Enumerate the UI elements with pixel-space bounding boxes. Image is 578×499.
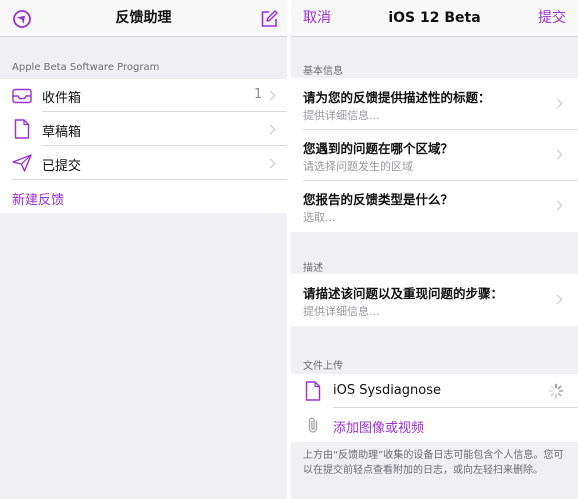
document-icon [14, 119, 30, 139]
feedback-type-row[interactable]: 您报告的反馈类型是什么？ 选取... [291, 181, 578, 232]
description-group: 请描述该问题以及重现问题的步骤： 提供详细信息... [291, 274, 578, 326]
new-feedback-link[interactable]: 新建反馈 [12, 189, 64, 208]
right-navigation-bar: 取消 iOS 12 Beta 提交 [291, 0, 578, 37]
mailbox-inbox-label: 收件箱 [42, 91, 82, 106]
inbox-tray-icon [12, 88, 32, 104]
basic-info-section-header: 基本信息 [303, 66, 343, 77]
sysdiagnose-file-name: iOS Sysdiagnose [333, 383, 441, 398]
left-navigation-bar: 反馈助理 [0, 0, 287, 37]
description-prompt: 请描述该问题以及重现问题的步骤： [303, 286, 504, 301]
inbox-unread-count: 1 [254, 87, 263, 102]
feedback-type-placeholder: 选取... [303, 211, 336, 224]
chevron-right-icon [265, 124, 276, 135]
mailbox-drafts-row[interactable]: 草稿箱 [0, 112, 287, 146]
paper-plane-icon [12, 154, 32, 172]
mailbox-list: 收件箱 1 草稿箱 已提交 新建反馈 [0, 79, 287, 213]
activity-spinner-icon [548, 383, 564, 399]
basic-info-group: 请为您的反馈提供描述性的标题： 提供详细信息... 您遇到的问题在哪个区域？ 请… [291, 78, 578, 232]
feedback-title-placeholder: 提供详细信息... [303, 109, 380, 122]
chevron-right-icon [552, 294, 563, 305]
chevron-right-icon [552, 149, 563, 160]
file-upload-section-header: 文件上传 [303, 361, 343, 372]
sysdiagnose-attachment-row[interactable]: iOS Sysdiagnose [291, 374, 578, 408]
mailbox-drafts-label: 草稿箱 [42, 125, 82, 140]
compose-icon[interactable] [259, 9, 279, 29]
chevron-right-icon [265, 90, 276, 101]
mailbox-submitted-row[interactable]: 已提交 [0, 146, 287, 180]
problem-area-placeholder: 请选择问题发生的区域 [303, 160, 413, 173]
description-section-header: 描述 [303, 263, 323, 274]
chevron-right-icon [552, 98, 563, 109]
mailbox-submitted-label: 已提交 [42, 159, 82, 174]
chevron-right-icon [265, 158, 276, 169]
program-section-header: Apple Beta Software Program [12, 62, 160, 73]
feedback-title-row[interactable]: 请为您的反馈提供描述性的标题： 提供详细信息... [291, 78, 578, 130]
chevron-right-icon [552, 200, 563, 211]
feedback-title-prompt: 请为您的反馈提供描述性的标题： [303, 90, 491, 105]
document-icon [305, 381, 321, 401]
row-separator [12, 179, 287, 180]
add-media-row[interactable]: 添加图像或视频 [291, 408, 578, 442]
feedback-mailbox-pane: 反馈助理 Apple Beta Software Program 收件箱 1 草… [0, 0, 287, 499]
privacy-footer-note: 上方由“反馈助理”收集的设备日志可能包含个人信息。您可以在提交前轻点查看附加的日… [303, 450, 564, 476]
add-image-or-video-link[interactable]: 添加图像或视频 [333, 417, 424, 436]
problem-area-row[interactable]: 您遇到的问题在哪个区域？ 请选择问题发生的区域 [291, 130, 578, 181]
feedback-type-prompt: 您报告的反馈类型是什么？ [303, 192, 454, 207]
left-nav-title: 反馈助理 [115, 10, 172, 26]
submit-button[interactable]: 提交 [538, 0, 566, 37]
problem-area-prompt: 您遇到的问题在哪个区域？ [303, 141, 454, 156]
file-upload-group: iOS Sysdiagnose 添加图像或视频 [291, 374, 578, 442]
description-placeholder: 提供详细信息... [303, 305, 380, 318]
description-row[interactable]: 请描述该问题以及重现问题的步骤： 提供详细信息... [291, 274, 578, 326]
paperclip-icon [306, 416, 320, 434]
form-nav-title: iOS 12 Beta [388, 10, 481, 26]
mailbox-inbox-row[interactable]: 收件箱 1 [0, 79, 287, 112]
new-feedback-form-pane: 取消 iOS 12 Beta 提交 基本信息 请为您的反馈提供描述性的标题： 提… [291, 0, 578, 499]
